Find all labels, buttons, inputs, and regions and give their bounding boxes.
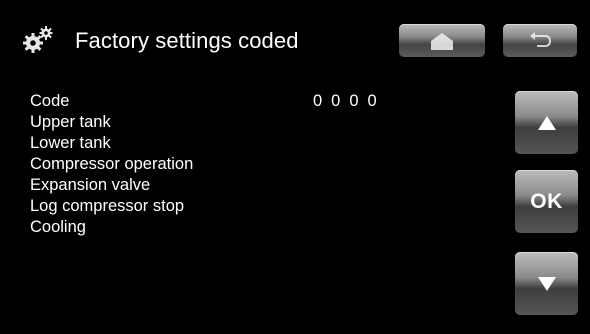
menu-item-cooling[interactable]: Cooling bbox=[30, 217, 193, 238]
settings-menu: Code Upper tank Lower tank Compressor op… bbox=[30, 91, 193, 238]
home-icon bbox=[431, 32, 453, 50]
arrow-up-icon bbox=[537, 115, 556, 130]
menu-item-upper-tank[interactable]: Upper tank bbox=[30, 112, 193, 133]
menu-item-compressor-operation[interactable]: Compressor operation bbox=[30, 154, 193, 175]
ok-button[interactable]: OK bbox=[515, 170, 578, 233]
ok-label: OK bbox=[530, 189, 563, 213]
scroll-down-button[interactable] bbox=[515, 252, 578, 315]
menu-item-log-compressor-stop[interactable]: Log compressor stop bbox=[30, 196, 193, 217]
menu-item-lower-tank[interactable]: Lower tank bbox=[30, 133, 193, 154]
factory-settings-screen: Factory settings coded Code Upper tank L… bbox=[0, 0, 590, 334]
menu-item-code[interactable]: Code bbox=[30, 91, 193, 112]
back-arrow-icon bbox=[530, 31, 552, 47]
arrow-down-icon bbox=[537, 276, 556, 291]
back-button[interactable] bbox=[503, 24, 577, 57]
gears-icon bbox=[23, 26, 53, 53]
code-value[interactable]: 0 0 0 0 bbox=[313, 91, 379, 112]
menu-item-expansion-valve[interactable]: Expansion valve bbox=[30, 175, 193, 196]
scroll-up-button[interactable] bbox=[515, 91, 578, 154]
page-title: Factory settings coded bbox=[75, 28, 299, 53]
home-button[interactable] bbox=[399, 24, 485, 57]
